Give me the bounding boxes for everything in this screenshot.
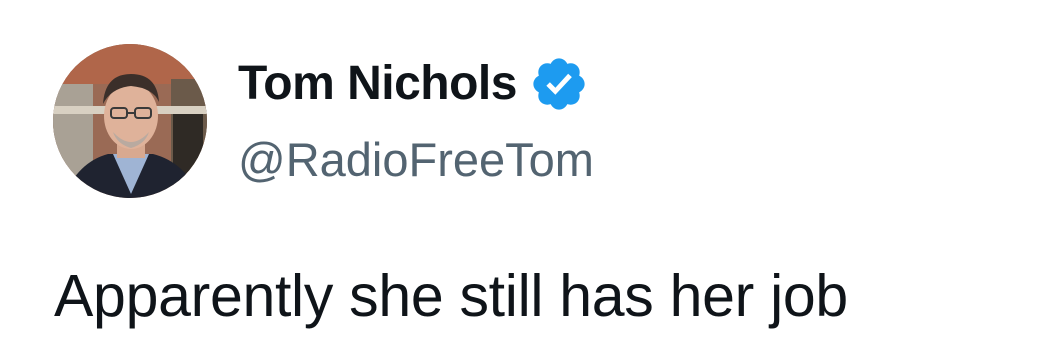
tweet-text: Apparently she still has her job [54, 263, 848, 329]
tweet-card: Tom Nichols @RadioFreeTom Apparently she… [0, 0, 1048, 364]
avatar[interactable] [53, 44, 207, 198]
author-display-name[interactable]: Tom Nichols [238, 52, 517, 116]
author-handle[interactable]: @RadioFreeTom [238, 128, 594, 192]
profile-photo [53, 44, 207, 198]
author-name-row: Tom Nichols [238, 52, 589, 116]
verified-check-icon[interactable] [529, 54, 589, 114]
